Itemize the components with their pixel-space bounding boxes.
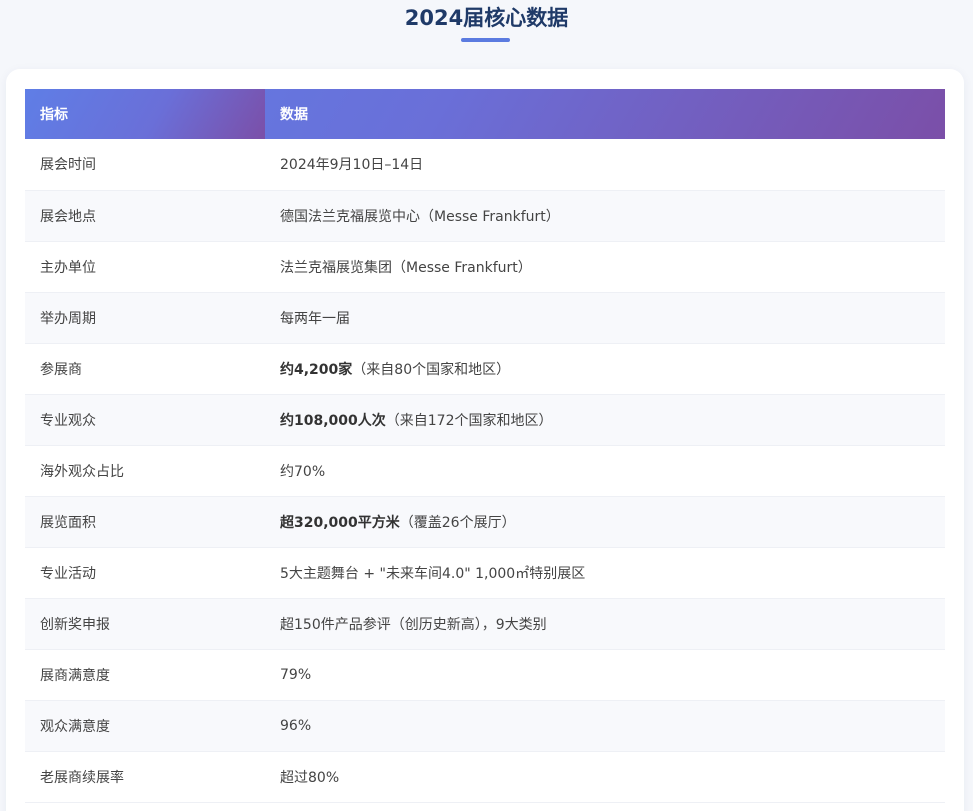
value-text: 德国法兰克福展览中心（Messe Frankfurt） [280, 208, 560, 225]
value-text: 2024年9月10日–14日 [280, 157, 424, 174]
value-cell: 约108,000人次（来自172个国家和地区） [265, 394, 945, 446]
table-body: 展会时间 2024年9月10日–14日 展会地点 德国法兰克福展览中心（Messe F… [25, 139, 945, 803]
value-cell: 约70% [265, 445, 945, 497]
header-metric: 指标 [25, 89, 265, 139]
metric-cell: 举办周期 [25, 292, 265, 344]
value-cell: 法兰克福展览集团（Messe Frankfurt） [265, 241, 945, 293]
table-row: 展会地点 德国法兰克福展览中心（Messe Frankfurt） [25, 190, 945, 242]
table-row: 专业观众 约108,000人次（来自172个国家和地区） [25, 394, 945, 446]
table-row: 参展商 约4,200家（来自80个国家和地区） [25, 343, 945, 395]
metric-cell: 观众满意度 [25, 700, 265, 752]
value-cell: 超320,000平方米（覆盖26个展厅） [265, 496, 945, 548]
table-header-row: 指标 数据 [25, 89, 945, 139]
metric-cell: 参展商 [25, 343, 265, 395]
metric-cell: 展会地点 [25, 190, 265, 242]
title-underline [461, 38, 510, 42]
metric-cell: 专业观众 [25, 394, 265, 446]
value-cell: 79% [265, 649, 945, 701]
value-highlight: 约108,000人次 [280, 412, 386, 429]
value-cell: 约4,200家（来自80个国家和地区） [265, 343, 945, 395]
metric-cell: 展会时间 [25, 139, 265, 191]
value-text: 5大主题舞台 + "未来车间4.0" 1,000㎡特别展区 [280, 565, 586, 582]
table-row: 老展商续展率 超过80% [25, 751, 945, 803]
value-highlight: 超320,000平方米 [280, 514, 400, 531]
header-value: 数据 [280, 107, 308, 123]
table-row: 展览面积 超320,000平方米（覆盖26个展厅） [25, 496, 945, 548]
value-text: 超150件产品参评（创历史新高），9大类别 [280, 616, 547, 633]
table-row: 展会时间 2024年9月10日–14日 [25, 139, 945, 191]
value-cell: 超过80% [265, 751, 945, 803]
table-row: 主办单位 法兰克福展览集团（Messe Frankfurt） [25, 241, 945, 293]
core-data-table: 指标 数据 展会时间 2024年9月10日–14日 展会地点 德国法兰克福展览中心（M… [25, 89, 945, 803]
table-row: 专业活动 5大主题舞台 + "未来车间4.0" 1,000㎡特别展区 [25, 547, 945, 599]
table-row: 展商满意度 79% [25, 649, 945, 701]
value-text: 法兰克福展览集团（Messe Frankfurt） [280, 259, 532, 276]
metric-cell: 展览面积 [25, 496, 265, 548]
table-row: 海外观众占比 约70% [25, 445, 945, 497]
value-text: 96% [280, 717, 312, 734]
metric-cell: 老展商续展率 [25, 751, 265, 803]
value-text: （覆盖26个展厅） [399, 514, 516, 531]
value-text: 每两年一届 [280, 310, 350, 327]
value-text: 超过80% [280, 769, 340, 786]
metric-cell: 创新奖申报 [25, 598, 265, 650]
metric-cell: 展商满意度 [25, 649, 265, 701]
value-text: 79% [280, 666, 312, 683]
page-title: 2024届核心数据 [404, 6, 569, 30]
table-row: 举办周期 每两年一届 [25, 292, 945, 344]
value-text: 约70% [280, 463, 326, 480]
table-row: 观众满意度 96% [25, 700, 945, 752]
metric-cell: 专业活动 [25, 547, 265, 599]
value-cell: 5大主题舞台 + "未来车间4.0" 1,000㎡特别展区 [265, 547, 945, 599]
page: 2024届核心数据 指标 数据 展会时间 2024年9月10日–14日 展会地点 德国… [0, 0, 973, 811]
value-cell: 2024年9月10日–14日 [265, 139, 945, 191]
value-text: （来自172个国家和地区） [385, 412, 553, 429]
table-row: 创新奖申报 超150件产品参评（创历史新高），9大类别 [25, 598, 945, 650]
value-highlight: 约4,200家 [280, 361, 353, 378]
metric-cell: 海外观众占比 [25, 445, 265, 497]
value-cell: 超150件产品参评（创历史新高），9大类别 [265, 598, 945, 650]
value-cell: 德国法兰克福展览中心（Messe Frankfurt） [265, 190, 945, 242]
metric-cell: 主办单位 [25, 241, 265, 293]
value-text: （来自80个国家和地区） [352, 361, 511, 378]
value-cell: 96% [265, 700, 945, 752]
value-cell: 每两年一届 [265, 292, 945, 344]
